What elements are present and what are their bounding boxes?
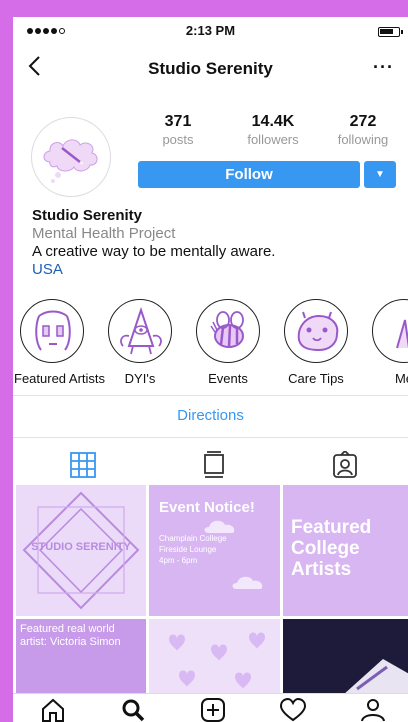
bottom-tab-bar xyxy=(13,693,408,722)
battery-icon xyxy=(378,27,403,37)
hearts-pattern-icon xyxy=(169,632,265,689)
add-post-icon[interactable] xyxy=(199,698,227,722)
page-title: Studio Serenity xyxy=(148,59,273,78)
grid-icon[interactable] xyxy=(68,451,98,479)
feed-view-icon[interactable] xyxy=(199,451,229,479)
highlight-label: Events xyxy=(208,371,248,386)
profile-bio: Studio Serenity Mental Health Project A … xyxy=(32,207,402,279)
stat-label: following xyxy=(337,132,389,147)
stat-value: 371 xyxy=(164,113,192,130)
highlight-label: Featured Artists xyxy=(14,371,106,386)
profile-icon[interactable] xyxy=(359,698,387,722)
capybara-icon xyxy=(284,299,348,363)
post-lines: Featured College Artists xyxy=(291,517,371,580)
stat-label: followers xyxy=(247,132,299,147)
post-tile[interactable]: Featured real world artist: Victoria Sim… xyxy=(16,619,146,695)
phone-screen: 2:13 PM Studio Serenity ··· 371 posts 14… xyxy=(13,17,408,722)
pyramid-eye-icon xyxy=(108,299,172,363)
cloud-icon xyxy=(204,520,263,589)
highlight-partial[interactable]: Me xyxy=(366,299,408,386)
highlight-events[interactable]: Events xyxy=(190,299,266,386)
photo-thumbnail-icon xyxy=(343,659,408,695)
profile-name: Studio Serenity xyxy=(32,207,143,224)
highlight-dyis[interactable]: DYI's xyxy=(102,299,178,386)
post-text: STUDIO SERENITY xyxy=(31,541,131,553)
avatar[interactable] xyxy=(31,117,111,197)
highlight-label: Me xyxy=(394,371,408,386)
post-tile[interactable]: Event Notice! Champlain College Fireside… xyxy=(149,485,280,616)
search-icon[interactable] xyxy=(119,698,147,722)
highlight-featured-artists[interactable]: Featured Artists xyxy=(14,299,106,386)
stat-followers[interactable]: 14.4K followers xyxy=(233,113,313,147)
stat-value: 14.4K xyxy=(251,113,295,130)
post-line: Featured xyxy=(291,517,372,538)
more-options-icon[interactable]: ··· xyxy=(373,57,394,78)
highlight-care-tips[interactable]: Care Tips xyxy=(278,299,354,386)
story-highlights: Featured Artists DYI's Events Care Tips … xyxy=(13,299,408,409)
post-tile[interactable] xyxy=(149,619,280,695)
follow-button[interactable]: Follow xyxy=(138,161,360,188)
post-line: Featured real world xyxy=(20,623,115,635)
highlight-label: Care Tips xyxy=(288,371,344,386)
post-tile[interactable] xyxy=(283,619,408,695)
triangle-down-icon: ▼ xyxy=(375,169,385,180)
face-drawing-icon xyxy=(20,299,84,363)
directions-button[interactable]: Directions xyxy=(13,407,408,424)
stat-label: posts xyxy=(162,132,194,147)
profile-category: Mental Health Project xyxy=(32,225,176,242)
post-line: artist: Victoria Simon xyxy=(20,636,121,648)
status-bar: 2:13 PM xyxy=(13,17,408,47)
partial-highlight-icon xyxy=(372,299,408,363)
stat-value: 272 xyxy=(349,113,377,130)
post-tile[interactable]: STUDIO SERENITY xyxy=(16,485,146,616)
tagged-photos-icon[interactable] xyxy=(330,451,360,479)
heart-icon[interactable] xyxy=(279,698,307,722)
profile-tabs xyxy=(13,445,408,485)
post-line: College xyxy=(291,538,360,559)
divider xyxy=(13,395,408,396)
home-icon[interactable] xyxy=(39,698,67,722)
profile-stats: 371 posts 14.4K followers 272 following xyxy=(138,113,408,153)
post-line: Artists xyxy=(291,559,352,580)
profile-location-link[interactable]: USA xyxy=(32,261,402,279)
posts-grid: STUDIO SERENITY Event Notice! Champlain … xyxy=(16,485,408,695)
highlight-label: DYI's xyxy=(124,371,156,386)
stat-following[interactable]: 272 following xyxy=(323,113,403,147)
bee-icon xyxy=(196,299,260,363)
nav-bar: Studio Serenity ··· xyxy=(13,47,408,87)
suggestions-dropdown-button[interactable]: ▼ xyxy=(364,161,396,188)
post-tile[interactable]: Featured College Artists xyxy=(283,485,408,616)
status-time: 2:13 PM xyxy=(185,23,236,38)
post-lines: Featured real world artist: Victoria Sim… xyxy=(20,623,121,649)
profile-description: A creative way to be mentally aware. xyxy=(32,243,276,260)
stat-posts[interactable]: 371 posts xyxy=(138,113,218,147)
divider xyxy=(13,437,408,438)
thought-cloud-icon xyxy=(43,139,98,183)
